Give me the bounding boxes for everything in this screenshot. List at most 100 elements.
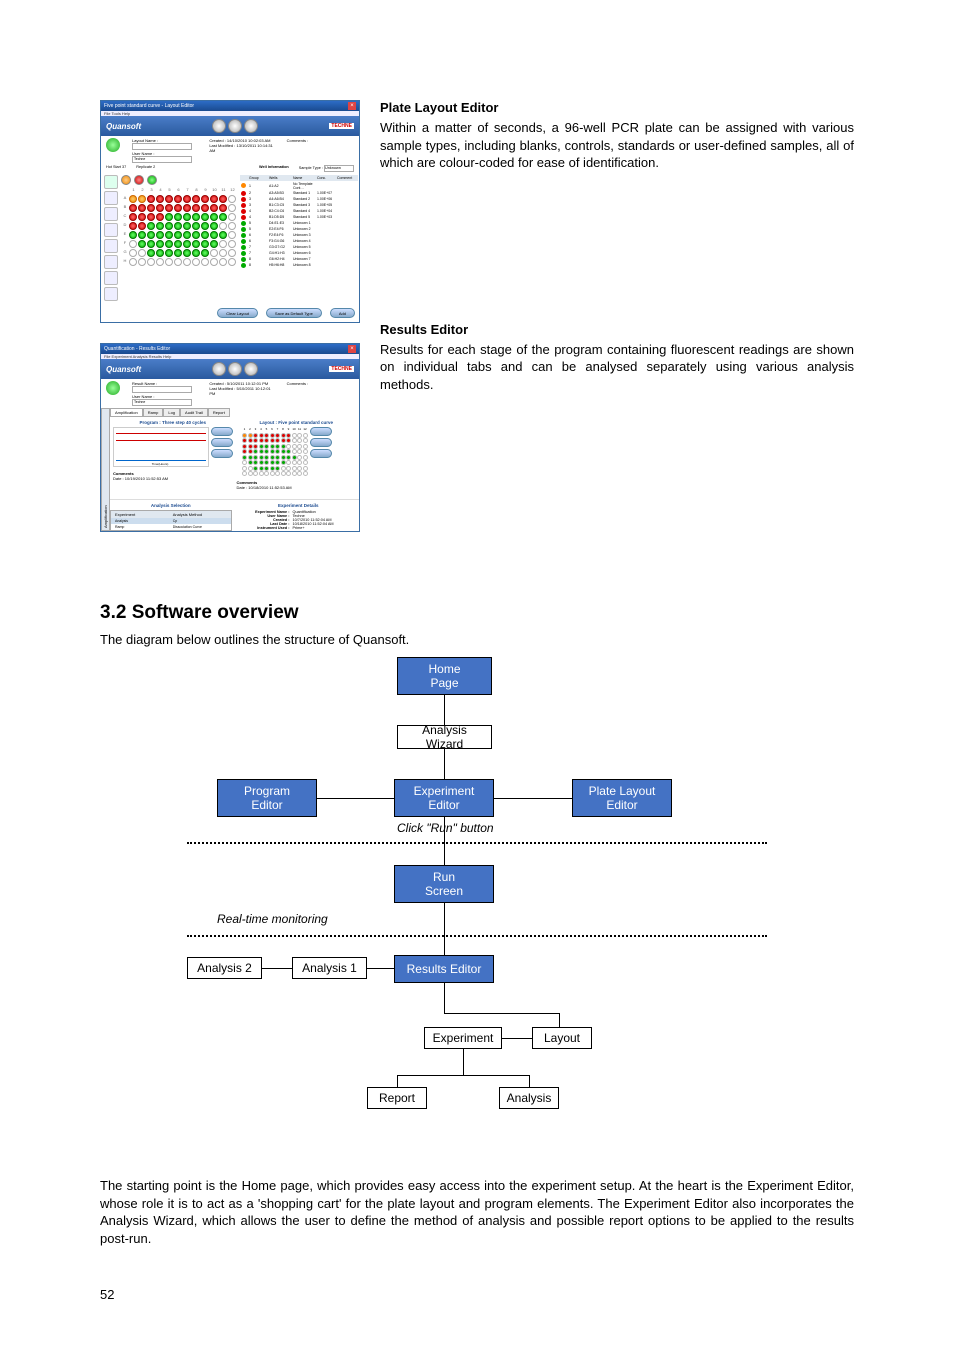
side-button [310,427,332,436]
col-hdr: Experiment [113,512,171,518]
ple-title: Plate Layout Editor [380,100,854,115]
layout-title: Layout : Five point standard curve [237,420,357,425]
box-analysis2: Analysis 2 [187,957,262,979]
section-3-2: 3.2 Software overview The diagram below … [100,602,854,1247]
comments-label: Comments : [287,381,309,386]
side-button [211,449,233,458]
cell: Analysis [113,519,171,524]
label-realtime: Real-time monitoring [217,912,328,926]
x-axis: Time(Hours) [152,462,169,466]
wellinfo-label: Well Information [259,165,289,172]
comments-label: Comments : [287,138,309,143]
tool-icon [104,239,118,253]
re-title: Results Editor [380,322,854,337]
program-title: Program : Three step 40 cycles [113,420,233,425]
rdate-val: 10/18/2010 11:52:53 AM [248,485,291,490]
cell: Ramp [113,525,171,530]
sampletype-label: Sample Type : [299,166,323,170]
replicate-label: Replicate [136,165,152,169]
date-val: 10/19/2010 11:52:53 AM [125,476,168,481]
col-hdr: Analysis Method [171,512,229,518]
add-button: Add [330,308,355,318]
box-run: Run Screen [394,865,494,903]
re-body: Results for each stage of the program co… [380,341,854,394]
plate-grid: 123456789101112ABCDEFGH [121,187,237,267]
user-name-input: Techne [132,156,192,163]
ple-body: Within a matter of seconds, a 96-well PC… [380,119,854,172]
date-label: Date : [113,476,124,481]
well-table: GroupWellsNameConc.Comment 1A1:A2No Temp… [240,175,358,301]
window-titlebar: Quantification - Results Editor × [101,344,359,354]
info-icon [106,381,120,395]
box-plate: Plate Layout Editor [572,779,672,817]
section-heading: 3.2 Software overview [100,602,854,624]
toolbar-icon [212,119,226,133]
sampletype-val: Unknown [324,165,354,172]
tool-icon [104,255,118,269]
kv-v: Prime+ [293,526,360,530]
analysis-selection-title: Analysis Selection [110,503,232,508]
mini-plate: 123456789101112 [237,427,308,476]
clear-button: Clear Layout [217,308,258,318]
user-name-input: Techne [132,399,192,406]
save-default-button: Save as Default Type [266,308,322,318]
brand-name: Quansoft [106,122,141,131]
toolbar-icon [212,362,226,376]
section-sub: The diagram below outlines the structure… [100,632,854,647]
analysis-table: Experiment Analysis Method Analysis Cp R… [110,510,232,531]
screenshot-results-editor: Quantification - Results Editor × File E… [100,343,360,532]
box-analysis: Analysis [499,1087,559,1109]
screenshot-plate-layout: Five point standard curve - Layout Edito… [100,100,360,323]
window-titlebar: Five point standard curve - Layout Edito… [101,101,359,111]
cell: Cp [171,519,229,524]
side-button [310,438,332,447]
toolbar-icon [244,119,258,133]
result-name-input [132,386,192,393]
brand-bar: Quansoft TECHNE [101,359,359,379]
tool-icon [104,271,118,285]
brand-name: Quansoft [106,365,141,374]
side-button [211,427,233,436]
toolbar-icon [228,362,242,376]
side-button [211,438,233,447]
brand-techne: TECHNE [329,123,354,129]
structure-diagram: Home Page Analysis Wizard Program Editor… [187,657,767,1157]
rdate-label: Date : [237,485,248,490]
kv-l: Instrument Used : [238,526,293,530]
box-report: Report [367,1087,427,1109]
plate-control-icon [134,175,144,185]
tool-icon [104,191,118,205]
brand-bar: Quansoft TECHNE [101,116,359,136]
meta-row: Result Name : User Name : Techne Created… [101,379,359,408]
label-click-run: Click "Run" button [397,821,494,835]
program-graph: Time(Hours) [113,427,209,467]
plate-control-icon [147,175,157,185]
tool-icon [104,175,118,189]
window-title: Five point standard curve - Layout Edito… [104,103,194,109]
meta-row: Layout Name : User Name : Techne Created… [101,136,359,165]
close-icon: × [348,345,356,353]
toolbar-icon [228,119,242,133]
layout-name-input [132,143,192,150]
tool-icon [104,207,118,221]
experiment-details-title: Experiment Details [238,503,360,508]
tool-palette [104,175,118,301]
tool-icon [104,223,118,237]
bottom-paragraph: The starting point is the Home page, whi… [100,1177,854,1247]
box-program: Program Editor [217,779,317,817]
box-experiment: Experiment Editor [394,779,494,817]
box-exp: Experiment [424,1027,502,1049]
hotstart-label: Hot Start [106,165,121,169]
box-layout: Layout [532,1027,592,1049]
box-results: Results Editor [394,955,494,983]
toolbar-icon [244,362,258,376]
plate-control-icon [121,175,131,185]
box-home: Home Page [397,657,492,695]
cell: Dissociation Curve [171,525,229,530]
side-tab: Amplification [101,408,110,531]
close-icon: × [348,102,356,110]
page-number: 52 [100,1287,854,1302]
brand-techne: TECHNE [329,366,354,372]
window-title: Quantification - Results Editor [104,346,170,352]
replicate-val: 2 [153,165,155,169]
